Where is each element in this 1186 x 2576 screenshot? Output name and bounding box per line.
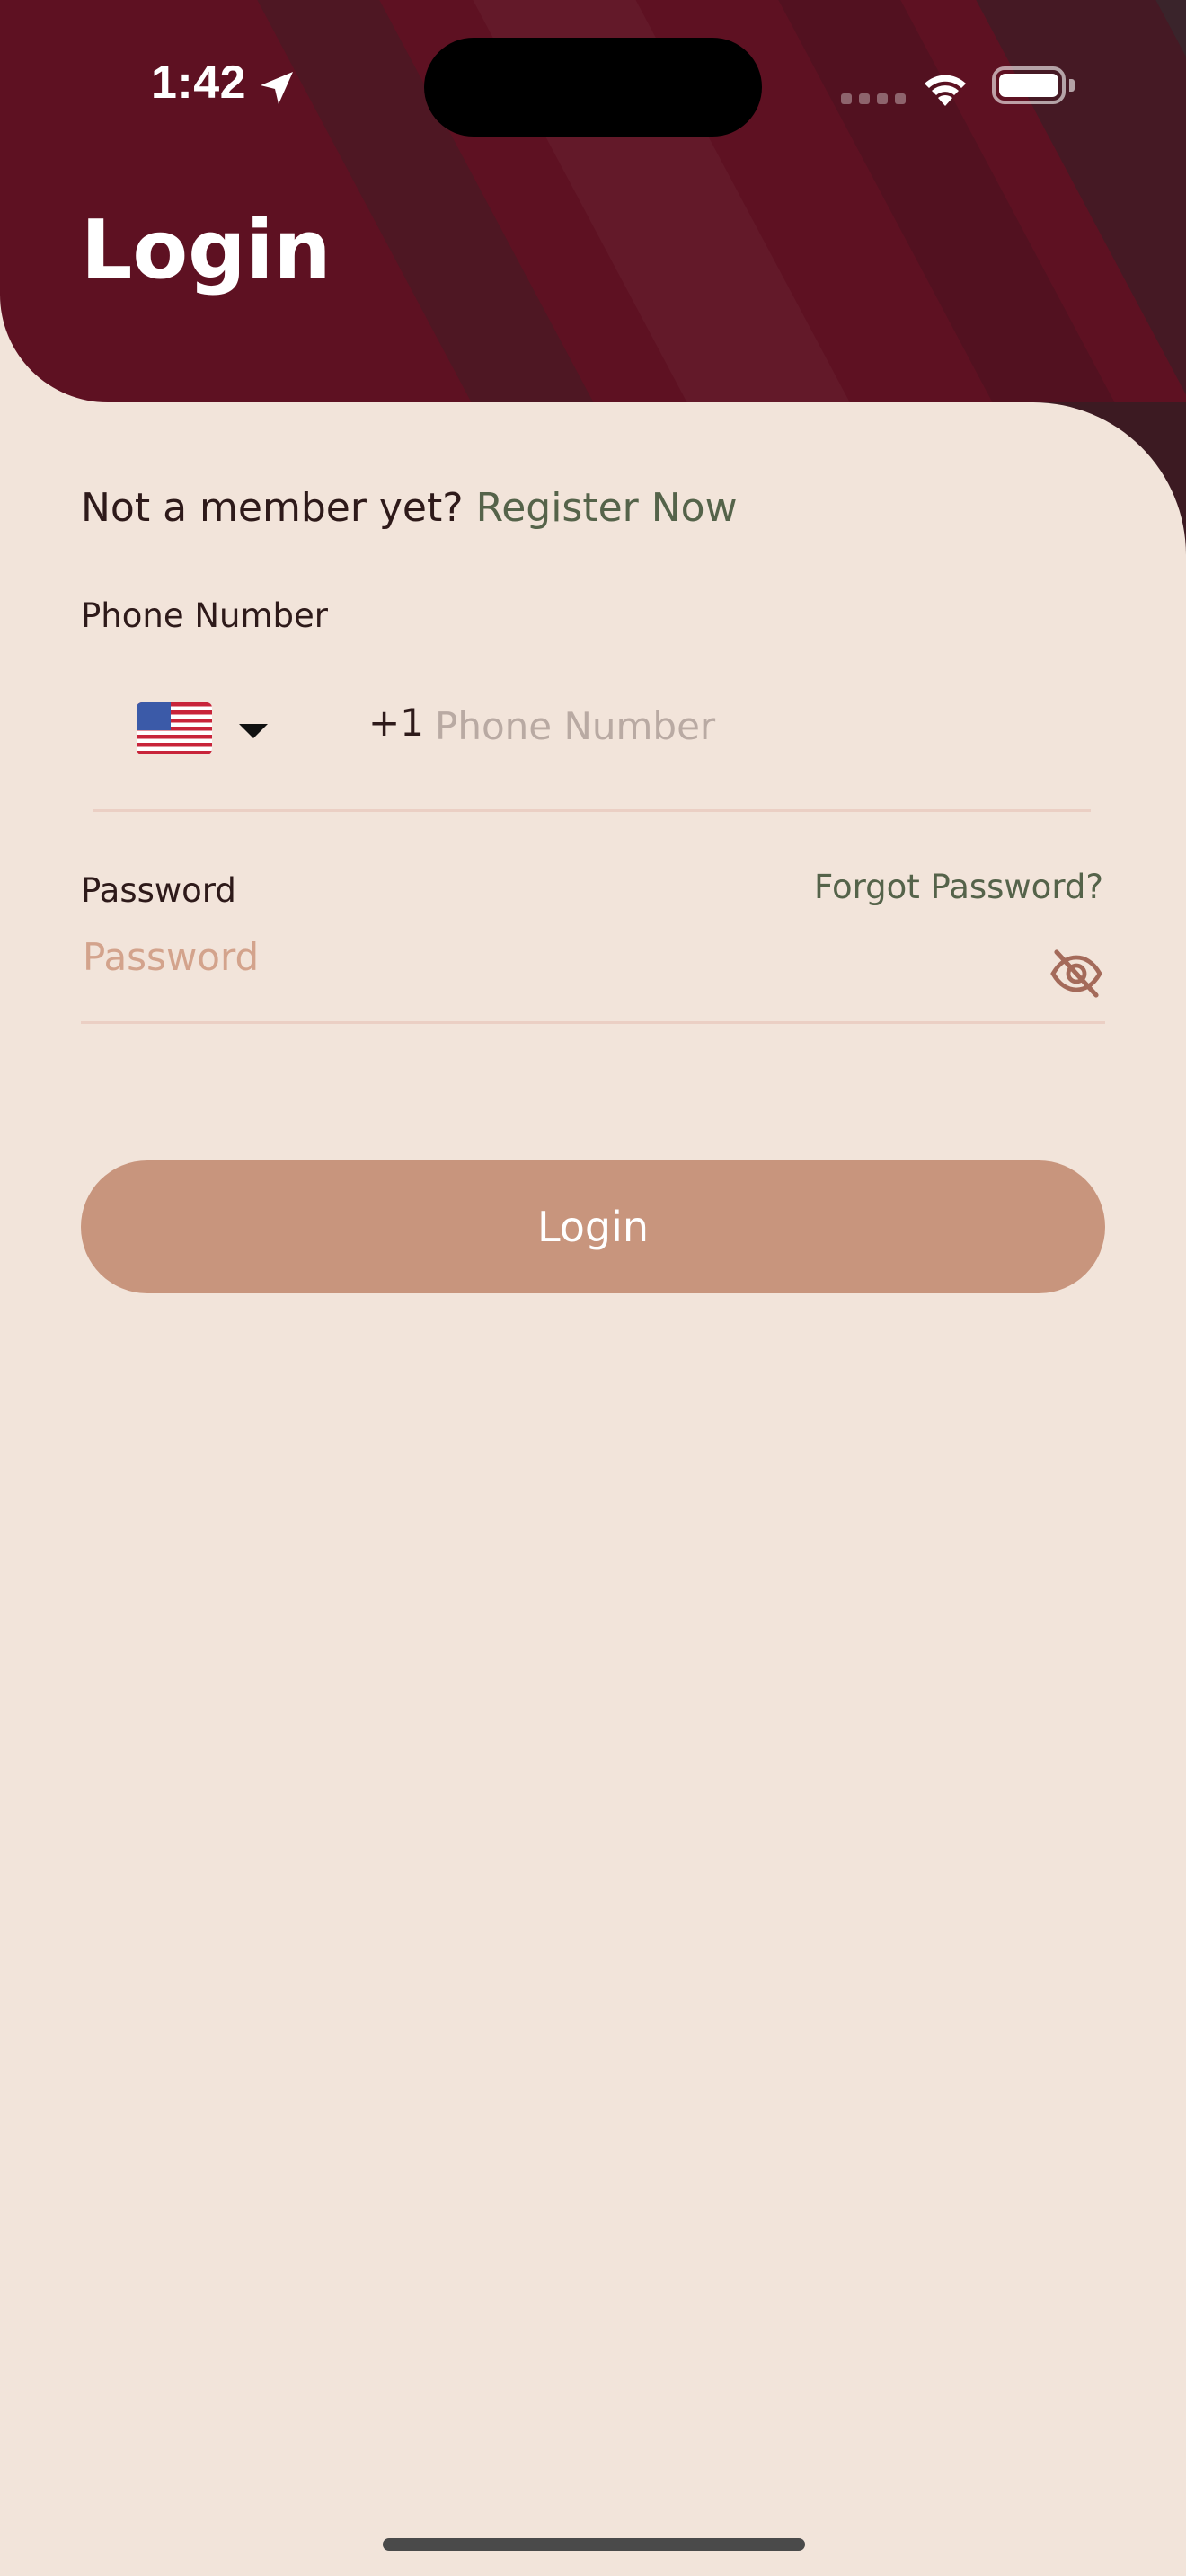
dynamic-island [424, 38, 762, 137]
us-flag-icon[interactable] [137, 702, 212, 754]
eye-off-icon[interactable] [1048, 945, 1105, 1002]
register-prompt-text: Not a member yet? [81, 485, 464, 531]
phone-number-field: +1 [93, 679, 1091, 812]
register-now-link[interactable]: Register Now [476, 485, 738, 531]
status-time: 1:42 [151, 57, 247, 109]
password-label: Password [81, 871, 236, 910]
password-input[interactable] [81, 927, 983, 986]
page-title: Login [81, 203, 332, 297]
login-button[interactable]: Login [81, 1160, 1105, 1293]
battery-cap [1069, 79, 1075, 92]
password-field [81, 922, 1105, 1024]
dial-code: +1 [368, 701, 424, 745]
location-arrow-icon [261, 72, 293, 104]
home-indicator[interactable] [383, 2538, 805, 2551]
battery-icon [992, 66, 1066, 104]
chevron-down-icon[interactable] [239, 724, 268, 738]
register-prompt: Not a member yet? Register Now [81, 485, 738, 531]
forgot-password-link[interactable]: Forgot Password? [814, 868, 1103, 906]
phone-number-label: Phone Number [81, 596, 329, 635]
cellular-signal-icon [841, 93, 906, 104]
wifi-icon [925, 75, 966, 106]
phone-number-input[interactable] [433, 693, 1066, 758]
